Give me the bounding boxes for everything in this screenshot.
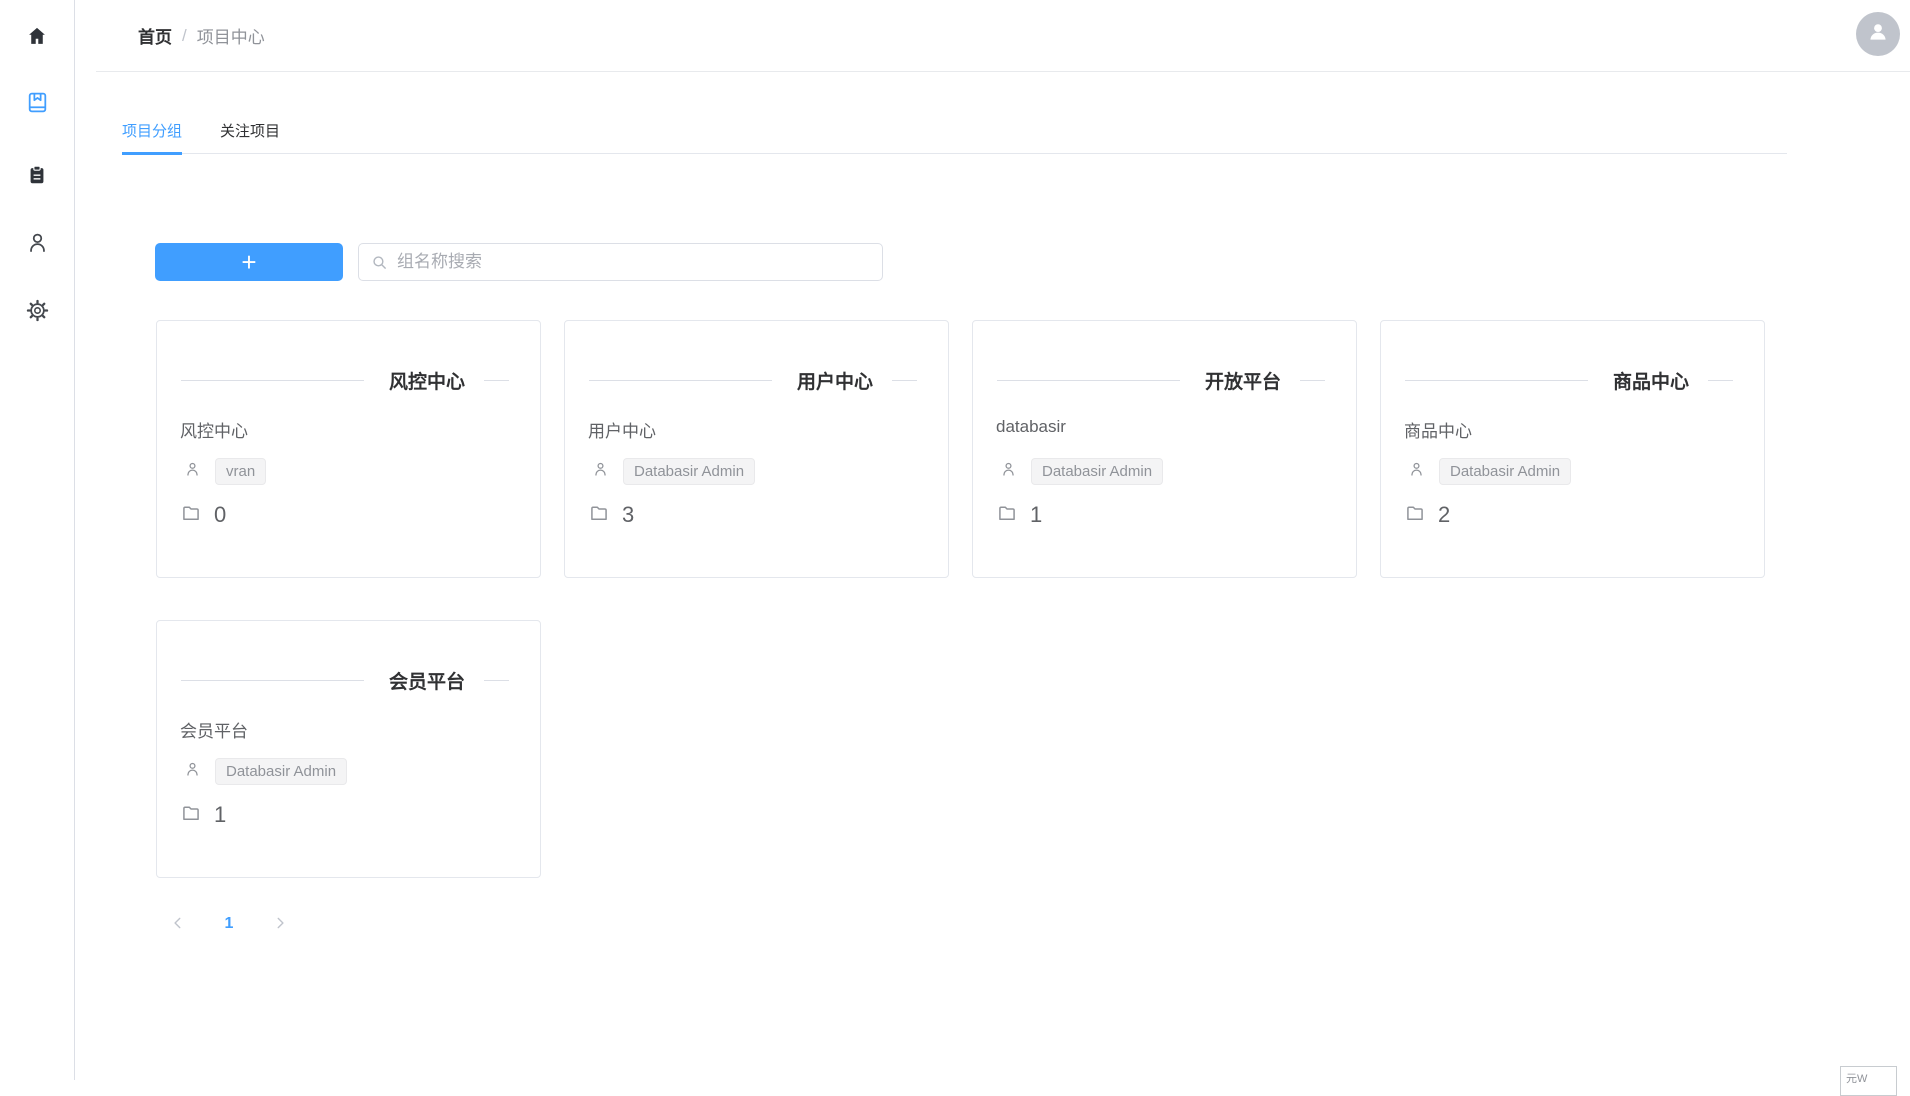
home-icon bbox=[26, 25, 48, 47]
owner-tag: Databasir Admin bbox=[215, 758, 347, 785]
group-description: 风控中心 bbox=[180, 417, 248, 442]
project-count: 1 bbox=[1030, 502, 1042, 528]
tab-followed-projects[interactable]: 关注项目 bbox=[220, 123, 280, 155]
group-search-input[interactable] bbox=[358, 243, 883, 281]
group-owner-row: Databasir Admin bbox=[1408, 458, 1571, 484]
user-icon bbox=[592, 459, 609, 484]
project-count: 1 bbox=[214, 802, 226, 828]
owner-tag: Databasir Admin bbox=[1439, 458, 1571, 485]
group-card[interactable]: 用户中心 用户中心 Databasir Admin 3 bbox=[564, 320, 949, 578]
pagination: 1 bbox=[162, 910, 296, 938]
group-search bbox=[358, 243, 883, 281]
user-avatar-icon bbox=[1865, 19, 1891, 50]
card-title-divider: 风控中心 bbox=[181, 366, 509, 394]
user-icon bbox=[184, 759, 201, 784]
owner-name: Databasir Admin bbox=[1450, 463, 1560, 480]
tab-bar: 项目分组 关注项目 bbox=[122, 123, 1787, 154]
group-description: databasir bbox=[996, 417, 1066, 437]
breadcrumb: 首页 / 项目中心 bbox=[138, 23, 265, 48]
card-title-divider: 用户中心 bbox=[589, 366, 917, 394]
group-owner-row: Databasir Admin bbox=[184, 758, 347, 784]
folder-icon bbox=[180, 803, 202, 828]
folder-icon bbox=[180, 503, 202, 528]
folder-icon bbox=[996, 503, 1018, 528]
owner-name: Databasir Admin bbox=[1042, 463, 1152, 480]
tab-project-groups[interactable]: 项目分组 bbox=[122, 123, 182, 155]
project-count-row: 0 bbox=[180, 502, 226, 528]
group-title: 风控中心 bbox=[389, 367, 465, 394]
group-description: 会员平台 bbox=[180, 717, 248, 742]
card-title-divider: 会员平台 bbox=[181, 666, 509, 694]
chevron-left-icon bbox=[171, 916, 185, 933]
group-description: 用户中心 bbox=[588, 417, 656, 442]
group-owner-row: Databasir Admin bbox=[1000, 458, 1163, 484]
sidebar-item-settings[interactable] bbox=[0, 288, 74, 332]
user-icon bbox=[25, 230, 50, 255]
prev-page-button[interactable] bbox=[162, 910, 194, 938]
breadcrumb-separator: / bbox=[182, 26, 187, 46]
folder-icon bbox=[1404, 503, 1426, 528]
ime-overlay: 元W bbox=[1840, 1066, 1897, 1096]
next-page-button[interactable] bbox=[264, 910, 296, 938]
sidebar bbox=[0, 0, 75, 1080]
card-title-divider: 商品中心 bbox=[1405, 366, 1733, 394]
user-icon bbox=[184, 459, 201, 484]
add-group-button[interactable]: + bbox=[155, 243, 343, 281]
owner-tag: Databasir Admin bbox=[623, 458, 755, 485]
breadcrumb-current: 项目中心 bbox=[197, 23, 265, 48]
folder-icon bbox=[588, 503, 610, 528]
sidebar-item-home[interactable] bbox=[0, 14, 74, 58]
page-number-1[interactable]: 1 bbox=[213, 910, 245, 938]
project-count-row: 1 bbox=[180, 802, 226, 828]
sidebar-item-users[interactable] bbox=[0, 220, 74, 264]
tab-label: 关注项目 bbox=[220, 123, 280, 140]
clipboard-icon bbox=[26, 164, 48, 186]
owner-tag: Databasir Admin bbox=[1031, 458, 1163, 485]
group-card-grid: 风控中心 风控中心 vran 0 用 bbox=[156, 320, 1788, 878]
breadcrumb-home-link[interactable]: 首页 bbox=[138, 23, 172, 48]
tab-label: 项目分组 bbox=[122, 123, 182, 140]
project-count: 2 bbox=[1438, 502, 1450, 528]
user-icon bbox=[1000, 459, 1017, 484]
group-title: 用户中心 bbox=[797, 367, 873, 394]
group-card[interactable]: 会员平台 会员平台 Databasir Admin 1 bbox=[156, 620, 541, 878]
search-icon bbox=[371, 254, 388, 276]
group-card[interactable]: 开放平台 databasir Databasir Admin 1 bbox=[972, 320, 1357, 578]
gear-icon bbox=[25, 298, 50, 323]
user-avatar[interactable] bbox=[1856, 12, 1900, 56]
sidebar-item-projects[interactable] bbox=[0, 80, 74, 124]
owner-tag: vran bbox=[215, 458, 266, 485]
project-count-row: 2 bbox=[1404, 502, 1450, 528]
project-count-row: 3 bbox=[588, 502, 634, 528]
owner-name: Databasir Admin bbox=[226, 763, 336, 780]
chevron-right-icon bbox=[273, 916, 287, 933]
group-card[interactable]: 商品中心 商品中心 Databasir Admin 2 bbox=[1380, 320, 1765, 578]
group-title: 商品中心 bbox=[1613, 367, 1689, 394]
group-owner-row: Databasir Admin bbox=[592, 458, 755, 484]
owner-name: vran bbox=[226, 463, 255, 480]
project-count-row: 1 bbox=[996, 502, 1042, 528]
user-icon bbox=[1408, 459, 1425, 484]
group-card[interactable]: 风控中心 风控中心 vran 0 bbox=[156, 320, 541, 578]
notebook-icon bbox=[25, 90, 50, 115]
group-title: 会员平台 bbox=[389, 667, 465, 694]
owner-name: Databasir Admin bbox=[634, 463, 744, 480]
card-title-divider: 开放平台 bbox=[997, 366, 1325, 394]
project-count: 0 bbox=[214, 502, 226, 528]
group-description: 商品中心 bbox=[1404, 417, 1472, 442]
group-owner-row: vran bbox=[184, 458, 266, 484]
header-divider bbox=[96, 71, 1910, 72]
project-count: 3 bbox=[622, 502, 634, 528]
sidebar-item-documents[interactable] bbox=[0, 153, 74, 197]
group-title: 开放平台 bbox=[1205, 367, 1281, 394]
